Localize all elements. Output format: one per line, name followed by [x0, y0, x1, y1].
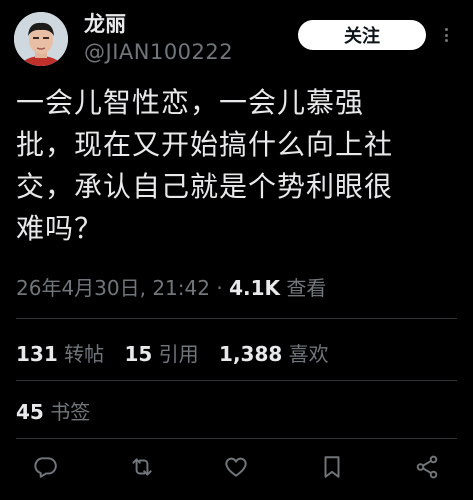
- divider: [16, 318, 457, 319]
- user-handle[interactable]: @JIAN100222: [84, 40, 233, 64]
- bookmarks-label: 书签: [50, 400, 91, 424]
- views-label: 查看: [286, 276, 327, 300]
- engagement-stats: 131 转帖 15 引用 1,388 喜欢: [16, 338, 343, 367]
- divider: [16, 380, 457, 381]
- bookmark-icon[interactable]: [317, 452, 347, 482]
- quotes-stat[interactable]: 15 引用: [124, 342, 198, 366]
- likes-count: 1,388: [219, 342, 283, 366]
- display-name[interactable]: 龙丽: [84, 8, 126, 38]
- more-options-icon[interactable]: [441, 28, 451, 42]
- tweet-text-line: 批，现在又开始搞什么向上社: [16, 128, 394, 161]
- divider: [16, 438, 457, 439]
- likes-stat[interactable]: 1,388 喜欢: [219, 342, 329, 366]
- likes-label: 喜欢: [288, 342, 329, 366]
- follow-button[interactable]: 关注: [298, 20, 426, 50]
- tweet-text-line: 一会儿智性恋，一会儿慕强: [16, 86, 365, 119]
- quotes-label: 引用: [158, 342, 199, 366]
- tweet-header: 龙丽 @JIAN100222 关注: [0, 0, 473, 84]
- share-icon[interactable]: [412, 452, 442, 482]
- tweet-text-line: 难吗？: [16, 212, 104, 245]
- meta-separator: ·: [209, 276, 230, 300]
- tweet-meta: 26年4月30日, 21:42 · 4.1K 查看: [16, 272, 326, 301]
- quotes-count: 15: [124, 342, 153, 366]
- retweets-stat[interactable]: 131 转帖: [16, 342, 104, 366]
- bookmarks-stat[interactable]: 45 书签: [16, 396, 90, 425]
- retweet-icon[interactable]: [127, 452, 157, 482]
- avatar[interactable]: [14, 12, 68, 66]
- views-count: 4.1K: [229, 276, 280, 300]
- retweets-count: 131: [16, 342, 58, 366]
- bookmarks-count: 45: [16, 400, 44, 424]
- avatar-image: [14, 12, 68, 66]
- like-icon[interactable]: [221, 452, 251, 482]
- reply-icon[interactable]: [30, 452, 60, 482]
- retweets-label: 转帖: [64, 342, 105, 366]
- tweet-text: 一会儿智性恋，一会儿慕强 批，现在又开始搞什么向上社 交，承认自己就是个势利眼很…: [16, 82, 446, 250]
- action-bar: [0, 452, 473, 486]
- timestamp[interactable]: 26年4月30日, 21:42: [16, 276, 210, 300]
- tweet-text-line: 交，承认自己就是个势利眼很: [16, 170, 394, 203]
